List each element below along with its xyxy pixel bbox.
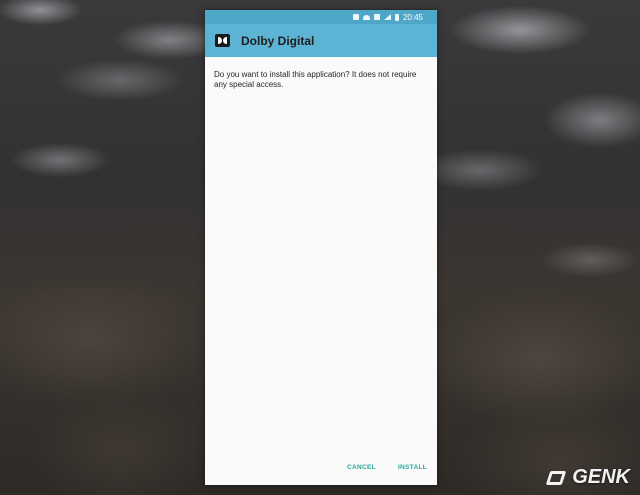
- dialog-actions: CANCEL INSTALL: [347, 464, 427, 471]
- wifi-icon: [362, 14, 370, 20]
- status-bar: 20:45: [205, 10, 437, 24]
- watermark: GENK: [546, 466, 630, 489]
- install-message: Do you want to install this application?…: [214, 70, 417, 89]
- signal-icon: [383, 14, 391, 20]
- phone-screen: 20:45 Dolby Digital Do you want to insta…: [205, 10, 437, 485]
- watermark-text: GENK: [572, 466, 630, 488]
- cancel-button[interactable]: CANCEL: [347, 464, 376, 471]
- alarm-icon: [352, 14, 359, 20]
- app-toolbar: Dolby Digital: [205, 24, 437, 57]
- install-button[interactable]: INSTALL: [398, 464, 427, 471]
- dolby-icon: [215, 34, 230, 47]
- battery-icon: [394, 13, 399, 21]
- genk-logo-icon: [546, 467, 568, 489]
- app-title: Dolby Digital: [241, 33, 315, 48]
- status-time: 20:45: [402, 12, 423, 22]
- data-icon: [373, 14, 380, 20]
- install-message-area: Do you want to install this application?…: [205, 57, 437, 90]
